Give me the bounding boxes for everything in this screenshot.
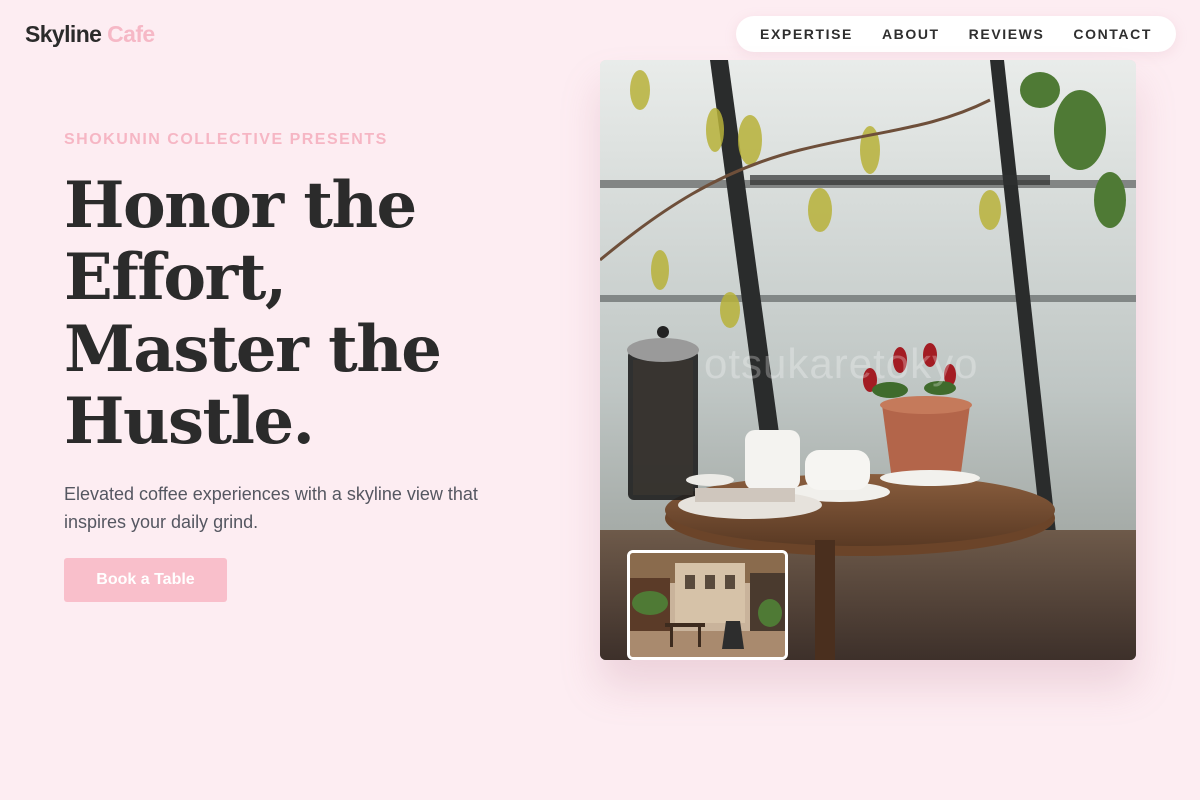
street-cafe-illustration [630,553,785,657]
headline-line-2: Effort, [64,240,287,315]
brand-name-primary: Skyline [25,21,102,47]
headline-line-4: Hustle. [64,384,315,459]
book-table-button[interactable]: Book a Table [64,558,227,602]
hero-eyebrow: SHOKUNIN COLLECTIVE PRESENTS [64,131,388,148]
nav-link-contact[interactable]: CONTACT [1073,26,1152,42]
nav-link-about[interactable]: ABOUT [882,26,940,42]
brand-name-accent: Cafe [107,21,155,47]
nav-link-reviews[interactable]: REVIEWS [969,26,1045,42]
nav-link-expertise[interactable]: EXPERTISE [760,26,853,42]
headline-line-1: Honor the [64,168,417,243]
cafe-street-thumbnail[interactable] [627,550,788,660]
hero-subtext: Elevated coffee experiences with a skyli… [64,484,478,532]
main-nav: EXPERTISE ABOUT REVIEWS CONTACT [736,16,1176,52]
hero-headline: Honor the Effort, Master the Hustle. [64,170,534,458]
brand-logo[interactable]: Skyline Cafe [25,18,155,50]
headline-line-3: Master the [64,312,442,387]
